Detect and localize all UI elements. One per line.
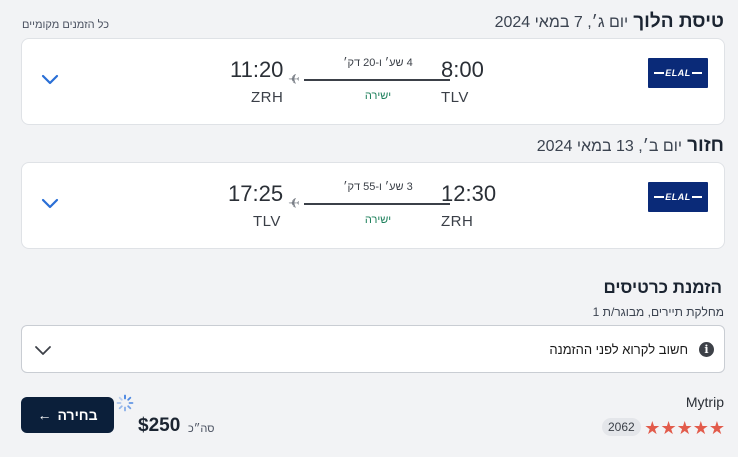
star-icon: ★ [676,418,693,438]
outbound-date: יום ג׳, 7 במאי 2024 [494,14,629,31]
elal-logo: ELAL [648,58,708,88]
chevron-down-icon[interactable] [40,72,60,86]
arrive-time: 17:25 [228,181,284,206]
return-title: חזור [687,135,724,156]
star-icon: ★ [660,418,677,438]
return-flight-card[interactable]: ELAL 12:30 ZRH 3 שע׳ ו-55 דק׳ ✈ ישירה 17… [21,162,725,249]
return-header: חזור יום ב׳, 13 במאי 2024 [537,135,724,157]
arrive-airport: ZRH [251,89,284,106]
outbound-header: טיסת הלוך יום ג׳, 7 במאי 2024 [495,11,724,33]
booking-notice-dropdown[interactable]: i חשוב לקרוא לפני ההזמנה [21,325,725,373]
total-label: סה״כ [188,423,215,435]
star-icon: ★ [692,418,709,438]
outbound-title: טיסת הלוך [633,11,724,32]
loading-spinner-icon [116,394,134,412]
star-icon: ★ [644,418,661,438]
notice-text: חשוב לקרוא לפני ההזמנה [549,342,688,357]
provider-name: Mytrip [685,394,724,410]
info-icon: i [699,342,714,357]
logo-text: ELAL [664,192,692,202]
flight-duration: 4 שע׳ ו-20 דק׳ [343,57,413,69]
plane-icon: ✈ [288,71,300,87]
star-icon: ★ [708,418,725,438]
local-times-note: כל הזמנים מקומיים [22,19,110,31]
booking-subtitle: מחלקת תיירים, מבוגר/ת 1 [592,305,724,319]
stops-label: ישירה [364,214,392,226]
arrive-airport: TLV [253,213,281,230]
rating-stars: ★ ★ ★ ★ ★ [644,418,725,438]
select-button-label: בחירה [57,407,98,423]
outbound-flight-card[interactable]: ELAL 8:00 TLV 4 שע׳ ו-20 דק׳ ✈ ישירה 11:… [21,38,725,125]
total-price: $250 [138,415,181,436]
select-button[interactable]: בחירה ← [21,397,114,433]
stops-label: ישירה [364,90,392,102]
elal-logo: ELAL [648,182,708,212]
arrive-time: 11:20 [230,57,284,82]
review-count-badge[interactable]: 2062 [602,418,641,436]
chevron-down-icon[interactable] [40,196,60,210]
plane-icon: ✈ [288,195,300,211]
booking-title: הזמנת כרטיסים [603,278,722,297]
route-line [304,203,450,205]
chevron-down-icon [35,346,51,355]
arrow-left-icon: ← [37,407,52,423]
flight-duration: 3 שע׳ ו-55 דק׳ [343,181,413,193]
route-line [304,79,450,81]
logo-text: ELAL [664,68,692,78]
return-date: יום ב׳, 13 במאי 2024 [536,138,683,155]
